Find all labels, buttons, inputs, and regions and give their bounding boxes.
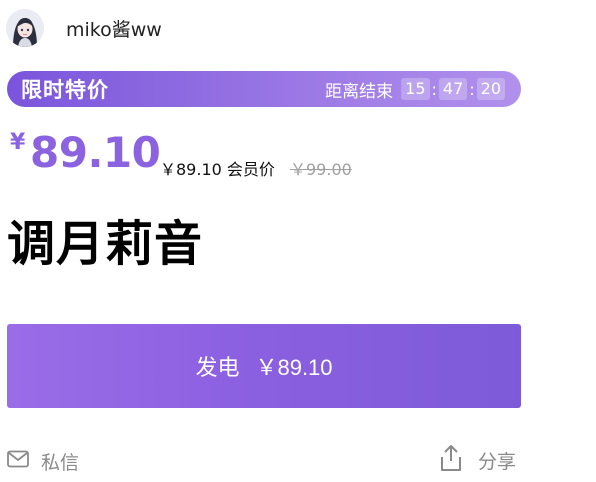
- buy-button-price: ￥89.10: [255, 355, 333, 380]
- price-row: ¥ 89.10 ￥89.10 会员价 ￥99.00: [10, 128, 410, 184]
- mail-icon: [7, 450, 29, 472]
- countdown-label: 距离结束: [325, 81, 394, 102]
- countdown-seconds: 20: [476, 78, 505, 100]
- countdown-minutes: 47: [438, 78, 468, 100]
- avatar[interactable]: [6, 9, 44, 47]
- original-price: ￥99.00: [290, 160, 352, 179]
- sale-price: 89.10: [30, 128, 161, 177]
- share-button[interactable]: 分享: [438, 444, 516, 476]
- limited-offer-banner: 限时特价 距离结束 15 : 47 : 20: [7, 71, 521, 107]
- share-icon: [438, 444, 464, 476]
- countdown-timer: 距离结束 15 : 47 : 20: [325, 77, 505, 102]
- share-label: 分享: [478, 450, 517, 473]
- countdown-hours: 15: [401, 78, 430, 100]
- promo-title: 限时特价: [21, 78, 109, 102]
- buy-button-label: 发电: [195, 355, 240, 380]
- countdown-separator: :: [431, 79, 437, 99]
- buy-button[interactable]: 发电 ￥89.10: [7, 324, 521, 408]
- author-name[interactable]: miko酱ww: [66, 15, 162, 42]
- message-button[interactable]: 私信: [7, 447, 79, 475]
- product-title: 调月莉音: [7, 216, 204, 272]
- member-price: ￥89.10 会员价: [160, 160, 275, 179]
- author-info[interactable]: miko酱ww: [6, 8, 162, 48]
- countdown-separator: :: [469, 79, 475, 99]
- avatar-image: [6, 9, 44, 47]
- message-label: 私信: [41, 451, 80, 474]
- currency-symbol: ¥: [10, 130, 26, 155]
